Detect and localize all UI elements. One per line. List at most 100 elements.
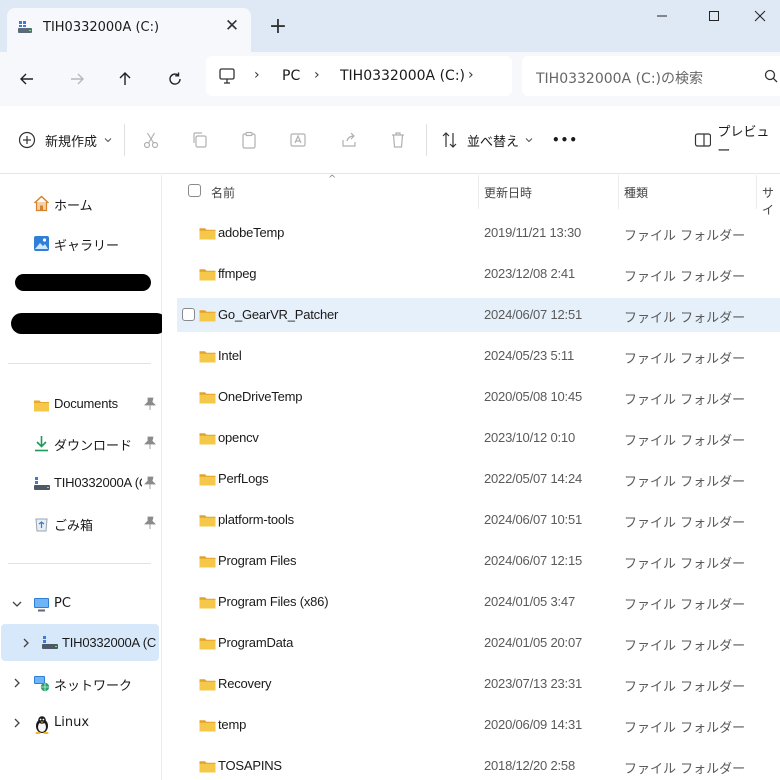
sidebar-item-pc[interactable]: PC (0, 586, 160, 622)
pin-icon (144, 476, 156, 489)
sidebar-item-label: ダウンロード (54, 439, 133, 454)
address-bar[interactable]: › PC › TIH0332000A (C:) › (206, 56, 512, 96)
trash-icon (392, 132, 404, 148)
column-header-row: ^ 名前 更新日時 種類 サイ (162, 174, 780, 217)
file-row[interactable]: Go_GearVR_Patcher 2024/06/07 12:51 ファイル フォ… (177, 298, 780, 332)
file-type: ファイル フォルダー (624, 516, 746, 531)
file-row[interactable]: Intel 2024/05/23 5:11 ファイル フォルダー (177, 339, 780, 373)
linux-icon (35, 716, 49, 734)
file-row[interactable]: TOSAPINS 2018/12/20 2:58 ファイル フォルダー (177, 749, 780, 780)
folder-icon (199, 351, 216, 363)
rename-icon (290, 133, 306, 147)
search-input[interactable]: TIH0332000A (C:)の検索 (536, 68, 703, 88)
column-header-type[interactable]: 種類 (624, 184, 648, 201)
drive-icon (42, 636, 58, 649)
rename-button[interactable] (289, 126, 307, 154)
sidebar-item-recycle-bin[interactable]: ごみ箱 (0, 505, 160, 541)
title-bar: TIH0332000A (C:) ✕ + (0, 0, 780, 52)
preview-label: プレビュー (717, 125, 770, 159)
column-header-date[interactable]: 更新日時 (484, 184, 532, 201)
sidebar-item-linux[interactable]: Linux (0, 705, 160, 741)
sidebar-item-drive-c[interactable]: TIH0332000A (C:) (1, 624, 159, 661)
paste-button[interactable] (240, 126, 258, 154)
delete-button[interactable] (389, 126, 407, 154)
back-button[interactable] (12, 64, 42, 94)
refresh-button[interactable] (160, 64, 190, 94)
column-divider[interactable] (478, 175, 479, 209)
file-row[interactable]: platform-tools 2024/06/07 10:51 ファイル フォルダー (177, 503, 780, 537)
file-row[interactable]: ProgramData 2024/01/05 20:07 ファイル フォルダー (177, 626, 780, 660)
redacted-item (11, 313, 167, 334)
redacted-item (15, 274, 151, 291)
folder-icon (199, 269, 216, 281)
share-button[interactable] (340, 126, 358, 154)
minimize-button[interactable] (638, 0, 686, 32)
maximize-button[interactable] (690, 0, 738, 32)
chevron-down-icon[interactable] (10, 597, 24, 611)
sort-button[interactable]: 並べ替え (441, 126, 534, 154)
file-name: adobeTemp (218, 225, 285, 240)
up-button[interactable] (110, 64, 140, 94)
file-row[interactable]: opencv 2023/10/12 0:10 ファイル フォルダー (177, 421, 780, 455)
file-row[interactable]: PerfLogs 2022/05/07 14:24 ファイル フォルダー (177, 462, 780, 496)
chevron-right-icon[interactable] (10, 716, 24, 730)
sidebar-item-drive-pinned[interactable]: TIH0332000A (C:) (0, 465, 160, 501)
file-row[interactable]: temp 2020/06/09 14:31 ファイル フォルダー (177, 708, 780, 742)
sidebar-item-documents[interactable]: Documents (0, 386, 160, 422)
file-row[interactable]: Program Files 2024/06/07 12:15 ファイル フォルダー (177, 544, 780, 578)
copy-button[interactable] (191, 126, 209, 154)
column-divider[interactable] (618, 175, 619, 209)
tab-drive-c[interactable]: TIH0332000A (C:) ✕ (7, 8, 251, 52)
file-type: ファイル フォルダー (624, 352, 746, 367)
download-icon (35, 436, 48, 452)
sidebar-item-label: ホーム (54, 199, 93, 214)
column-header-name[interactable]: 名前 (211, 184, 235, 201)
folder-icon (34, 400, 49, 412)
new-button-label: 新規作成 (45, 134, 98, 150)
more-options-button[interactable]: ••• (552, 126, 578, 154)
file-name: PerfLogs (218, 471, 269, 486)
gallery-icon (34, 236, 49, 251)
sidebar-item-home[interactable]: ホーム (0, 185, 160, 221)
file-row[interactable]: ffmpeg 2023/12/08 2:41 ファイル フォルダー (177, 257, 780, 291)
file-row[interactable]: OneDriveTemp 2020/05/08 10:45 ファイル フォルダー (177, 380, 780, 414)
row-checkbox[interactable] (182, 308, 195, 321)
column-divider[interactable] (756, 175, 757, 209)
chevron-right-icon[interactable] (10, 676, 24, 690)
chevron-right-icon[interactable] (19, 636, 33, 650)
forward-button[interactable] (62, 64, 92, 94)
sidebar-item-label: Documents (54, 396, 118, 411)
breadcrumb-drive[interactable]: TIH0332000A (C:) (340, 68, 465, 84)
file-name: Intel (218, 348, 242, 363)
preview-button[interactable]: プレビュー (694, 125, 780, 159)
sidebar-item-downloads[interactable]: ダウンロード (0, 425, 160, 461)
folder-icon (199, 433, 216, 445)
file-row[interactable]: Program Files (x86) 2024/01/05 3:47 ファイル フ… (177, 585, 780, 619)
chevron-right-icon[interactable]: › (468, 67, 474, 83)
file-row[interactable]: adobeTemp 2019/11/21 13:30 ファイル フォルダー (177, 216, 780, 250)
new-tab-button[interactable]: + (266, 16, 290, 40)
file-name: Program Files (218, 553, 297, 568)
scissors-icon (143, 132, 159, 149)
sidebar-item-gallery[interactable]: ギャラリー (0, 225, 160, 261)
tab-close-icon[interactable]: ✕ (221, 15, 243, 37)
new-button[interactable]: 新規作成 (18, 126, 113, 154)
drive-icon (18, 21, 32, 33)
drive-icon (34, 477, 50, 490)
arrow-up-icon (119, 72, 131, 85)
sidebar-item-network[interactable]: ネットワーク (0, 665, 160, 701)
file-type: ファイル フォルダー (624, 680, 746, 695)
search-box[interactable]: TIH0332000A (C:)の検索 (522, 56, 780, 96)
sidebar-item-label: TIH0332000A (C:) (54, 475, 142, 490)
home-icon (33, 195, 50, 212)
breadcrumb-pc[interactable]: PC (282, 68, 300, 84)
cut-button[interactable] (142, 126, 160, 154)
select-all-checkbox[interactable] (188, 184, 201, 197)
chevron-right-icon[interactable]: › (254, 67, 260, 83)
chevron-right-icon[interactable]: › (314, 67, 320, 83)
sidebar-divider (8, 363, 151, 364)
column-header-size[interactable]: サイ (762, 184, 780, 218)
close-window-button[interactable] (736, 0, 780, 32)
folder-icon (199, 638, 216, 650)
file-row[interactable]: Recovery 2023/07/13 23:31 ファイル フォルダー (177, 667, 780, 701)
